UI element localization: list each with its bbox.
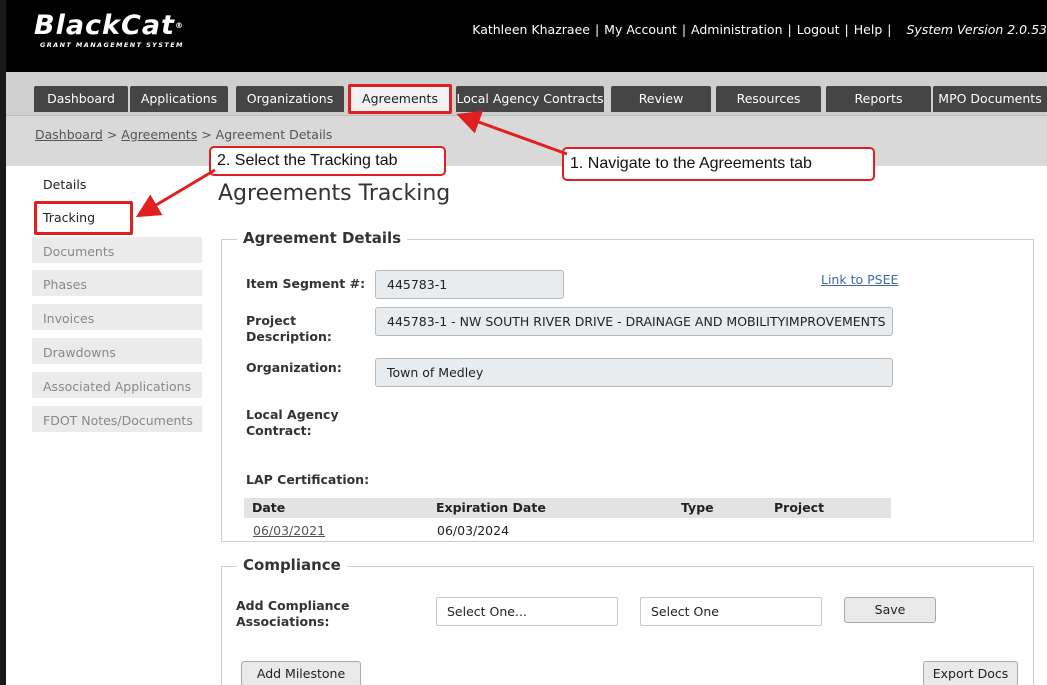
export-docs-button[interactable]: Export Docs (923, 661, 1018, 685)
logout-link[interactable]: Logout (797, 22, 840, 37)
organization-label: Organization: (246, 360, 342, 375)
tab-mpo-documents[interactable]: MPO Documents (933, 86, 1047, 112)
sidebar-item-invoices[interactable]: Invoices (32, 304, 202, 333)
item-segment-field: 445783-1 (375, 270, 564, 299)
agreement-details-legend: Agreement Details (237, 229, 408, 247)
link-to-psee[interactable]: Link to PSEE (821, 272, 898, 287)
project-description-field: 445783-1 - NW SOUTH RIVER DRIVE - DRAINA… (375, 307, 893, 336)
breadcrumb-separator: > (106, 127, 118, 142)
breadcrumb-bar: Dashboard > Agreements > Agreement Detai… (6, 116, 1047, 166)
sidebar-item-fdot-notes-documents[interactable]: FDOT Notes/Documents (32, 406, 202, 435)
breadcrumb-dashboard[interactable]: Dashboard (35, 127, 103, 142)
tab-organizations[interactable]: Organizations (236, 86, 344, 112)
organization-field: Town of Medley (375, 358, 893, 387)
sidebar-item-associated-applications[interactable]: Associated Applications (32, 372, 202, 401)
app-header: BlackCat® GRANT MANAGEMENT SYSTEM Kathle… (6, 0, 1047, 72)
administration-link[interactable]: Administration (691, 22, 782, 37)
breadcrumb-separator: > (201, 127, 212, 142)
lap-certification-label: LAP Certification: (246, 472, 370, 487)
tab-local-agency-contracts[interactable]: Local Agency Contracts (456, 86, 604, 112)
logo-subtitle: GRANT MANAGEMENT SYSTEM (40, 41, 184, 49)
sidebar-item-details[interactable]: Details (32, 170, 202, 199)
help-link[interactable]: Help (854, 22, 883, 37)
sidebar-item-documents[interactable]: Documents (32, 237, 202, 266)
callout-navigate-agreements: 1. Navigate to the Agreements tab (562, 147, 875, 181)
logo-text: BlackCat (34, 10, 175, 41)
compliance-select-2[interactable]: Select One (640, 597, 822, 626)
col-expiration-date: Expiration Date (436, 500, 546, 515)
lap-table-header: Date Expiration Date Type Project (244, 498, 891, 518)
col-date: Date (252, 500, 286, 515)
compliance-legend: Compliance (237, 556, 347, 574)
breadcrumb-current: Agreement Details (215, 127, 333, 142)
sidebar-item-phases[interactable]: Phases (32, 270, 202, 299)
add-milestone-button[interactable]: Add Milestone (241, 661, 361, 685)
lap-date-link[interactable]: 06/03/2021 (253, 523, 325, 538)
breadcrumb: Dashboard > Agreements > Agreement Detai… (35, 127, 332, 142)
compliance-select-1[interactable]: Select One... (436, 597, 618, 626)
top-nav: Kathleen Khazraee | My Account | Administrat… (472, 22, 1047, 37)
user-name: Kathleen Khazraee (472, 22, 590, 37)
blackcat-logo[interactable]: BlackCat® GRANT MANAGEMENT SYSTEM (34, 10, 184, 50)
col-project: Project (774, 500, 825, 515)
tab-resources[interactable]: Resources (716, 86, 821, 112)
tab-applications[interactable]: Applications (130, 86, 228, 112)
registered-mark-icon: ® (174, 21, 184, 30)
item-segment-label: Item Segment #: (246, 276, 366, 291)
tracking-tab-highlight (34, 201, 133, 235)
page-title: Agreements Tracking (218, 181, 451, 206)
lap-expiration-date: 06/03/2024 (437, 523, 510, 538)
system-version: System Version 2.0.53 (906, 22, 1047, 37)
callout-select-tracking: 2. Select the Tracking tab (209, 146, 446, 176)
local-agency-contract-label: Local Agency Contract: (246, 407, 339, 438)
col-type: Type (681, 500, 714, 515)
save-button[interactable]: Save (844, 597, 936, 623)
breadcrumb-agreements[interactable]: Agreements (121, 127, 197, 142)
sidebar-item-drawdowns[interactable]: Drawdowns (32, 338, 202, 367)
main-tab-bar: Dashboard Applications Organizations Agr… (6, 72, 1047, 116)
tab-reports[interactable]: Reports (826, 86, 931, 112)
add-compliance-label: Add Compliance Associations: (236, 598, 350, 629)
tab-review[interactable]: Review (611, 86, 711, 112)
tab-dashboard[interactable]: Dashboard (34, 86, 128, 112)
my-account-link[interactable]: My Account (604, 22, 677, 37)
project-description-label: Project Description: (246, 313, 332, 344)
agreements-tab-highlight (348, 84, 452, 114)
